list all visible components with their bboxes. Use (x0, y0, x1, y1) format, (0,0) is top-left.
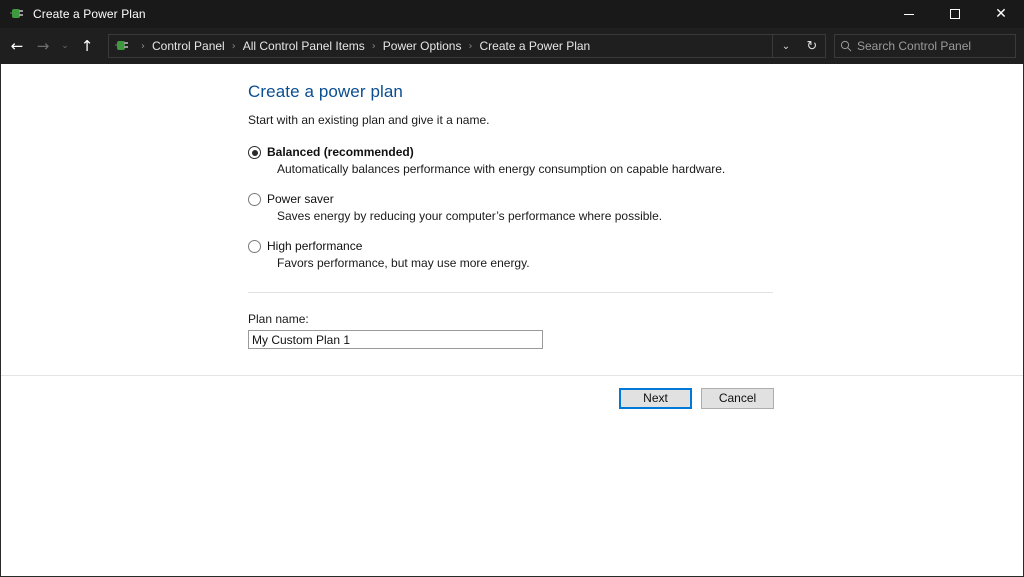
plan-option-description: Saves energy by reducing your computer’s… (277, 209, 663, 223)
recent-locations-button[interactable]: ⌄ (56, 33, 74, 59)
breadcrumb-item-control-panel[interactable]: Control Panel (150, 39, 227, 53)
content-area: Create a power plan Start with an existi… (0, 64, 1024, 577)
address-power-plug-icon (114, 38, 130, 54)
navigation-bar: ← → ⌄ ↑ › Control Panel › All Control Pa… (0, 28, 1024, 64)
plan-option-high-performance[interactable]: High performance Favors performance, but… (248, 239, 1023, 270)
address-dropdown-button[interactable]: ⌄ (773, 35, 799, 57)
plan-option-label: High performance (267, 239, 363, 253)
maximize-icon (950, 9, 960, 19)
minimize-icon (904, 13, 914, 15)
up-button[interactable]: ↑ (74, 33, 100, 59)
cancel-button[interactable]: Cancel (701, 387, 774, 409)
plan-option-balanced[interactable]: Balanced (recommended) Automatically bal… (248, 145, 1023, 176)
search-icon (835, 40, 857, 52)
minimize-button[interactable] (886, 0, 932, 28)
page-subtitle: Start with an existing plan and give it … (248, 113, 490, 127)
control-panel-window: Create a Power Plan ✕ ← → ⌄ ↑ › Control … (0, 0, 1024, 577)
wizard-footer: Next Cancel (1, 376, 1023, 420)
plan-option-label: Power saver (267, 192, 334, 206)
next-button[interactable]: Next (619, 387, 692, 409)
window-title: Create a Power Plan (33, 7, 146, 21)
radio-power-saver[interactable] (248, 193, 261, 206)
close-icon: ✕ (995, 6, 1007, 22)
plan-name-label: Plan name: (248, 312, 309, 326)
section-divider (248, 292, 773, 293)
breadcrumb-separator: › (141, 40, 145, 52)
breadcrumb-item-create-a-power-plan[interactable]: Create a Power Plan (477, 39, 592, 53)
plan-option-power-saver[interactable]: Power saver Saves energy by reducing you… (248, 192, 1023, 223)
wizard-page: Create a power plan Start with an existi… (1, 64, 1023, 375)
plan-name-input[interactable] (248, 330, 543, 349)
breadcrumb-separator[interactable]: › (463, 41, 477, 52)
back-button[interactable]: ← (4, 33, 30, 59)
breadcrumb: › Control Panel › All Control Panel Item… (136, 39, 772, 53)
radio-balanced[interactable] (248, 146, 261, 159)
breadcrumb-separator[interactable]: › (227, 41, 241, 52)
page-title: Create a power plan (248, 82, 403, 101)
address-bar[interactable]: › Control Panel › All Control Panel Item… (108, 34, 826, 58)
power-plug-icon (9, 6, 25, 22)
empty-area (1, 420, 1023, 576)
forward-button[interactable]: → (30, 33, 56, 59)
address-bar-actions: ⌄ ↻ (772, 35, 825, 57)
search-box[interactable]: Search Control Panel (834, 34, 1016, 58)
maximize-button[interactable] (932, 0, 978, 28)
breadcrumb-item-power-options[interactable]: Power Options (381, 39, 464, 53)
close-button[interactable]: ✕ (978, 0, 1024, 28)
window-controls: ✕ (886, 0, 1024, 28)
plan-option-description: Favors performance, but may use more ene… (277, 256, 530, 270)
title-bar: Create a Power Plan ✕ (0, 0, 1024, 28)
radio-high-performance[interactable] (248, 240, 261, 253)
plan-option-label: Balanced (recommended) (267, 145, 414, 159)
breadcrumb-separator[interactable]: › (367, 41, 381, 52)
refresh-button[interactable]: ↻ (799, 35, 825, 57)
breadcrumb-item-all-control-panel-items[interactable]: All Control Panel Items (241, 39, 367, 53)
plan-option-description: Automatically balances performance with … (277, 162, 726, 176)
search-input[interactable]: Search Control Panel (857, 39, 971, 53)
